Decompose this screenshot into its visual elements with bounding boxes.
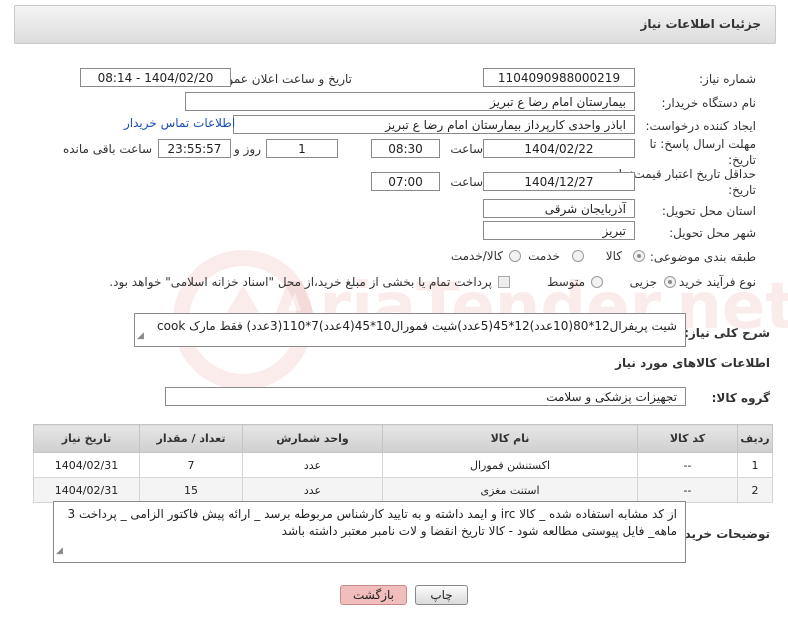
cell-row-number: 2: [737, 477, 773, 503]
reply-deadline-label: مهلت ارسال پاسخ: تا تاریخ:: [649, 137, 756, 167]
category-radio-goods-service[interactable]: [509, 250, 521, 262]
creator-field: اباذر واحدی کارپرداز بیمارستان امام رضا …: [233, 115, 635, 134]
header-panel: جزئیات اطلاعات نیاز: [14, 5, 776, 44]
summary-label: شرح کلی نیاز:: [684, 326, 770, 340]
process-label: نوع فرآیند خرید :: [671, 275, 756, 289]
col-item-name: نام کالا: [382, 424, 638, 453]
cell-unit: عدد: [242, 477, 383, 503]
contact-buyer-link[interactable]: اطلاعات تماس خریدار: [124, 116, 235, 130]
reply-time-label: ساعت: [450, 142, 483, 156]
category-radio-service[interactable]: [572, 250, 584, 262]
city-field: تبریز: [483, 221, 635, 240]
price-time-field: 07:00: [371, 172, 440, 191]
goods-info-title: اطلاعات کالاهای مورد نیاز: [615, 356, 770, 370]
cell-quantity: 15: [139, 477, 243, 503]
days-label: روز و: [234, 142, 261, 156]
province-label: استان محل تحویل:: [661, 204, 756, 218]
reply-date-field: 1404/02/22: [483, 139, 635, 158]
cell-quantity: 7: [139, 452, 243, 478]
resize-grip-icon: ◢: [56, 546, 63, 556]
cell-need-date: 1404/02/31: [33, 477, 140, 503]
summary-textarea: شیت پریفرال12*80(10عدد)12*45(5عدد)شیت فم…: [134, 313, 686, 347]
category-radio-goods[interactable]: [633, 250, 645, 262]
cell-need-date: 1404/02/31: [33, 452, 140, 478]
treasury-payment-checkbox[interactable]: [498, 276, 510, 288]
buyer-label: نام دستگاه خریدار:: [661, 96, 757, 110]
table-row: 2 -- استنت مغزی عدد 15 1404/02/31: [33, 477, 773, 503]
page-title: جزئیات اطلاعات نیاز: [640, 17, 761, 31]
reply-time-field: 08:30: [371, 139, 440, 158]
province-field: آذربایجان شرقی: [483, 199, 635, 218]
cell-item-code: --: [637, 477, 738, 503]
category-option-goods: کالا: [605, 249, 622, 263]
cell-item-name: استنت مغزی: [382, 477, 638, 503]
category-label: طبقه بندی موضوعی:: [649, 250, 756, 264]
col-row-number: ردیف: [737, 424, 773, 453]
process-option-medium: متوسط: [547, 275, 585, 289]
col-need-date: تاریخ نیاز: [33, 424, 140, 453]
cell-row-number: 1: [737, 452, 773, 478]
price-date-field: 1404/12/27: [483, 172, 635, 191]
buyer-notes-text: از کد مشابه استفاده شده _ کالا irc و ایم…: [67, 507, 678, 538]
price-validity-label: حداقل تاریخ اعتبار قیمت: تا تاریخ:: [618, 167, 756, 197]
remaining-time-field: 23:55:57: [158, 139, 231, 158]
announce-field: 1404/02/20 - 08:14: [80, 68, 231, 87]
resize-grip-icon: ◢: [137, 331, 144, 341]
cell-unit: عدد: [242, 452, 383, 478]
goods-group-field: تجهیزات پزشکی و سلامت: [165, 387, 686, 406]
creator-label: ایجاد کننده درخواست:: [645, 119, 756, 133]
process-radio-minor[interactable]: [664, 276, 676, 288]
goods-group-label: گروه کالا:: [711, 391, 770, 405]
category-option-service: خدمت: [528, 249, 560, 263]
col-item-code: کد کالا: [637, 424, 738, 453]
table-row: 1 -- اکستنشن فمورال عدد 7 1404/02/31: [33, 452, 773, 478]
treasury-payment-note: پرداخت تمام یا بخشی از مبلغ خرید،از محل …: [109, 275, 492, 289]
buyer-notes-textarea: از کد مشابه استفاده شده _ کالا irc و ایم…: [53, 501, 686, 563]
need-number-label: شماره نیاز:: [699, 72, 756, 86]
back-button[interactable]: بازگشت: [340, 585, 407, 605]
city-label: شهر محل تحویل:: [669, 226, 756, 240]
category-option-goods-service: کالا/خدمت: [450, 249, 503, 263]
cell-item-name: اکستنشن فمورال: [382, 452, 638, 478]
table-header-row: ردیف کد کالا نام کالا واحد شمارش تعداد /…: [33, 424, 773, 453]
need-number-field: 1104090988000219: [483, 68, 635, 87]
days-field: 1: [266, 139, 338, 158]
cell-item-code: --: [637, 452, 738, 478]
buyer-field: بیمارستان امام رضا ع تبریز: [185, 92, 635, 111]
summary-text: شیت پریفرال12*80(10عدد)12*45(5عدد)شیت فم…: [157, 319, 677, 333]
print-button[interactable]: چاپ: [415, 585, 468, 605]
col-unit: واحد شمارش: [242, 424, 383, 453]
col-quantity: تعداد / مقدار: [139, 424, 243, 453]
remaining-time-label: ساعت باقی مانده: [62, 142, 152, 156]
price-time-label: ساعت: [450, 175, 483, 189]
items-table: ردیف کد کالا نام کالا واحد شمارش تعداد /…: [33, 424, 773, 503]
process-option-minor: جزیی: [629, 275, 657, 289]
process-radio-medium[interactable]: [591, 276, 603, 288]
